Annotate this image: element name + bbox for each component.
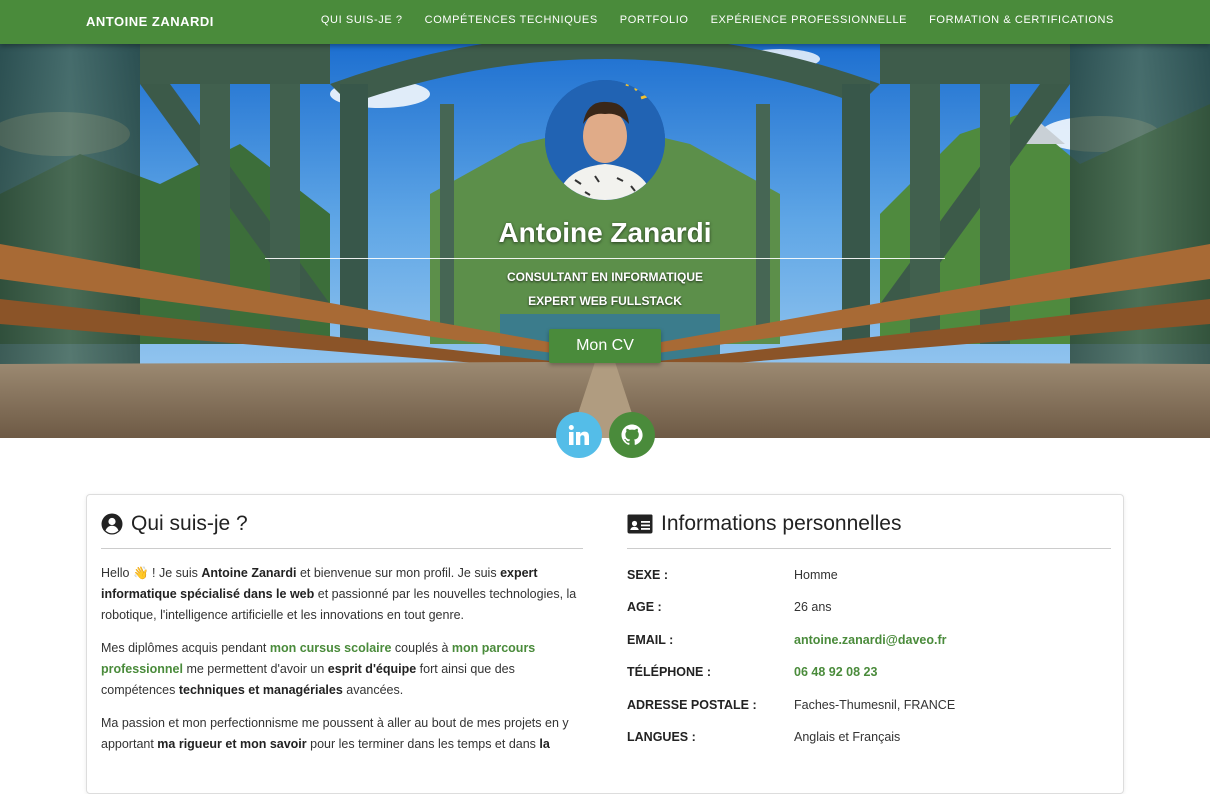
info-heading: Informations personnelles bbox=[627, 509, 1111, 539]
text-bold: techniques et managériales bbox=[178, 683, 343, 697]
info-row-langues: LANGUES : Anglais et Français bbox=[627, 721, 1111, 753]
text-span: couplés à bbox=[391, 641, 452, 655]
user-circle-icon bbox=[101, 513, 123, 535]
nav-item-competences[interactable]: COMPÉTENCES TECHNIQUES bbox=[425, 14, 598, 26]
about-heading: Qui suis-je ? bbox=[101, 509, 583, 539]
text-bold: la bbox=[539, 737, 550, 751]
info-divider bbox=[627, 548, 1111, 549]
text-bold: esprit d'équipe bbox=[327, 662, 417, 676]
info-value: 26 ans bbox=[794, 600, 832, 615]
info-label: EMAIL : bbox=[627, 632, 674, 647]
personal-info-section: Informations personnelles SEXE : Homme A… bbox=[627, 509, 1111, 753]
info-value: Faches-Thumesnil, FRANCE bbox=[794, 697, 956, 712]
about-paragraph-3: Ma passion et mon perfectionnisme me pou… bbox=[101, 713, 583, 755]
about-section: Qui suis-je ? Hello 👋 ! Je suis Antoine … bbox=[101, 509, 583, 755]
info-value: Anglais et Français bbox=[794, 729, 901, 744]
info-row-telephone: TÉLÉPHONE : 06 48 92 08 23 bbox=[627, 656, 1111, 688]
hero-divider bbox=[265, 258, 945, 259]
hero-banner: Antoine Zanardi CONSULTANT EN INFORMATIQ… bbox=[0, 44, 1210, 438]
github-button[interactable] bbox=[609, 412, 655, 458]
email-link[interactable]: antoine.zanardi@daveo.fr bbox=[794, 633, 947, 647]
text-span: et bienvenue sur mon profil. Je suis bbox=[296, 566, 501, 580]
top-navbar: ANTOINE ZANARDI QUI SUIS-JE ? COMPÉTENCE… bbox=[0, 0, 1210, 44]
cursus-link[interactable]: mon cursus scolaire bbox=[270, 641, 392, 655]
info-list: SEXE : Homme AGE : 26 ans EMAIL : antoin… bbox=[627, 559, 1111, 753]
info-row-sexe: SEXE : Homme bbox=[627, 559, 1111, 591]
info-title: Informations personnelles bbox=[661, 512, 902, 535]
brand-logo[interactable]: ANTOINE ZANARDI bbox=[86, 14, 214, 29]
nav-item-qui-suis-je[interactable]: QUI SUIS-JE ? bbox=[321, 14, 403, 26]
github-icon bbox=[621, 424, 643, 445]
text-span: Hello 👋 ! Je suis bbox=[101, 566, 202, 580]
info-label: ADRESSE POSTALE : bbox=[627, 697, 757, 712]
text-span: pour les terminer dans les temps et dans bbox=[306, 737, 540, 751]
nav-menu: QUI SUIS-JE ? COMPÉTENCES TECHNIQUES POR… bbox=[321, 14, 1114, 26]
about-paragraph-2: Mes diplômes acquis pendant mon cursus s… bbox=[101, 638, 583, 701]
info-row-age: AGE : 26 ans bbox=[627, 591, 1111, 623]
hero-name: Antoine Zanardi bbox=[498, 217, 712, 248]
profile-avatar bbox=[545, 80, 665, 200]
info-label: AGE : bbox=[627, 600, 662, 615]
profile-card: Qui suis-je ? Hello 👋 ! Je suis Antoine … bbox=[86, 494, 1124, 794]
linkedin-icon bbox=[568, 425, 589, 445]
info-value: Homme bbox=[794, 568, 838, 582]
info-row-email: EMAIL : antoine.zanardi@daveo.fr bbox=[627, 624, 1111, 656]
text-span: avancées. bbox=[342, 683, 404, 697]
text-span: Mes diplômes acquis pendant bbox=[101, 641, 270, 655]
about-divider bbox=[101, 548, 583, 549]
nav-item-formation[interactable]: FORMATION & CERTIFICATIONS bbox=[929, 14, 1114, 26]
nav-item-portfolio[interactable]: PORTFOLIO bbox=[620, 14, 689, 26]
hero-subtitle-expert: EXPERT WEB FULLSTACK bbox=[528, 294, 682, 308]
about-title: Qui suis-je ? bbox=[131, 512, 248, 535]
hero-subtitle-consultant: CONSULTANT EN INFORMATIQUE bbox=[507, 270, 703, 284]
info-label: LANGUES : bbox=[627, 729, 696, 744]
info-row-adresse: ADRESSE POSTALE : Faches-Thumesnil, FRAN… bbox=[627, 689, 1111, 721]
text-span: me permettent d'avoir un bbox=[182, 662, 328, 676]
about-paragraph-1: Hello 👋 ! Je suis Antoine Zanardi et bie… bbox=[101, 563, 583, 626]
text-bold: ma rigueur et mon savoir bbox=[157, 737, 307, 751]
cv-button[interactable]: Mon CV bbox=[549, 329, 661, 363]
nav-item-experience[interactable]: EXPÉRIENCE PROFESSIONNELLE bbox=[711, 14, 908, 26]
info-label: TÉLÉPHONE : bbox=[627, 665, 712, 680]
linkedin-button[interactable] bbox=[556, 412, 602, 458]
id-card-icon bbox=[627, 514, 653, 534]
text-bold: Antoine Zanardi bbox=[201, 566, 297, 580]
info-label: SEXE : bbox=[627, 568, 668, 582]
phone-link[interactable]: 06 48 92 08 23 bbox=[794, 665, 877, 679]
